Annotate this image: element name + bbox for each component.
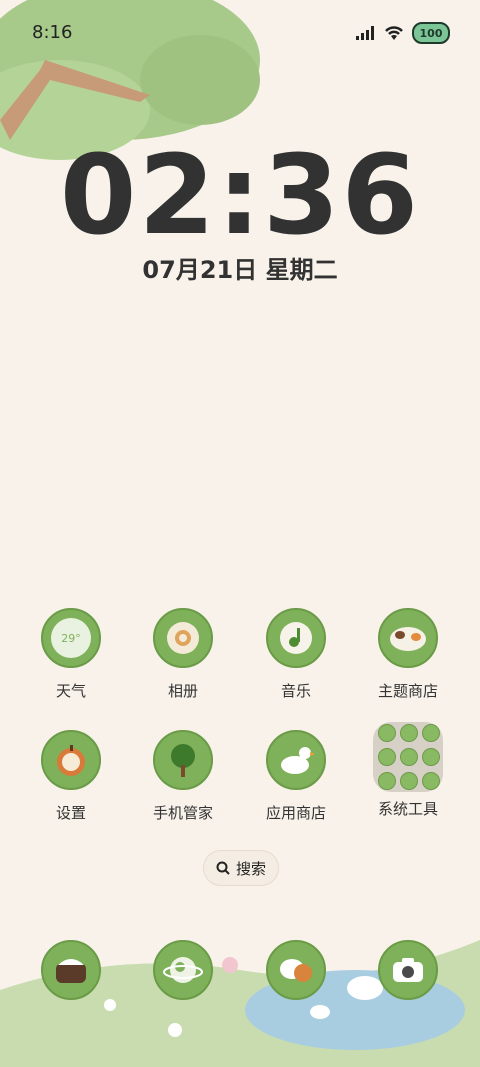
folder-app-icon [422,748,440,766]
dock-messages[interactable] [241,940,351,1000]
wifi-icon [385,26,403,40]
camera-icon [378,940,438,1000]
settings-icon [41,730,101,790]
app-music[interactable]: 音乐 [241,608,351,701]
theme-store-icon [378,608,438,668]
system-tools-folder-icon [373,722,443,792]
app-theme-store[interactable]: 主题商店 [353,608,463,701]
folder-app-icon [400,772,418,790]
gallery-icon [153,608,213,668]
search-button[interactable]: 搜索 [203,850,279,886]
folder-app-icon [378,748,396,766]
phone-manager-icon [153,730,213,790]
app-gallery[interactable]: 相册 [128,608,238,701]
music-icon [266,608,326,668]
folder-system-tools[interactable]: 系统工具 [353,722,463,819]
folder-app-icon [378,772,396,790]
weather-icon: 29° [41,608,101,668]
app-label: 音乐 [280,682,311,700]
folder-app-icon [378,724,396,742]
folder-app-icon [400,748,418,766]
status-bar: 8:16 100 [0,0,480,64]
app-label: 天气 [55,682,86,700]
app-phone-manager[interactable]: 手机管家 [128,730,238,823]
app-label: 应用商店 [265,804,326,822]
search-icon [216,861,230,875]
messages-icon [266,940,326,1000]
dock-camera[interactable] [353,940,463,1000]
phone-icon [41,940,101,1000]
search-label: 搜索 [235,859,266,878]
folder-app-icon [400,724,418,742]
battery-icon: 100 [412,22,450,44]
dock-phone[interactable] [16,940,126,1000]
folder-app-icon [422,724,440,742]
app-label: 主题商店 [377,682,438,700]
status-icons: 100 [356,22,450,44]
app-weather[interactable]: 29° 天气 [16,608,126,701]
lock-date: 07月21日 星期二 [142,256,338,284]
folder-app-icon [422,772,440,790]
app-app-store[interactable]: 应用商店 [241,730,351,823]
app-label: 相册 [167,682,198,700]
app-label: 手机管家 [152,804,213,822]
signal-icon [356,26,374,40]
app-label: 设置 [55,804,86,822]
browser-icon [153,940,213,1000]
lock-clock: 02:36 [59,131,421,259]
home-screen: 8:16 100 02:36 07月21日 星期二 29° 天气 相册 音乐 主… [0,0,480,1067]
dock-browser[interactable] [128,940,238,1000]
app-store-icon [266,730,326,790]
weather-temp: 29° [51,618,91,658]
app-label: 系统工具 [377,800,438,818]
status-time: 8:16 [32,22,73,43]
app-settings[interactable]: 设置 [16,730,126,823]
